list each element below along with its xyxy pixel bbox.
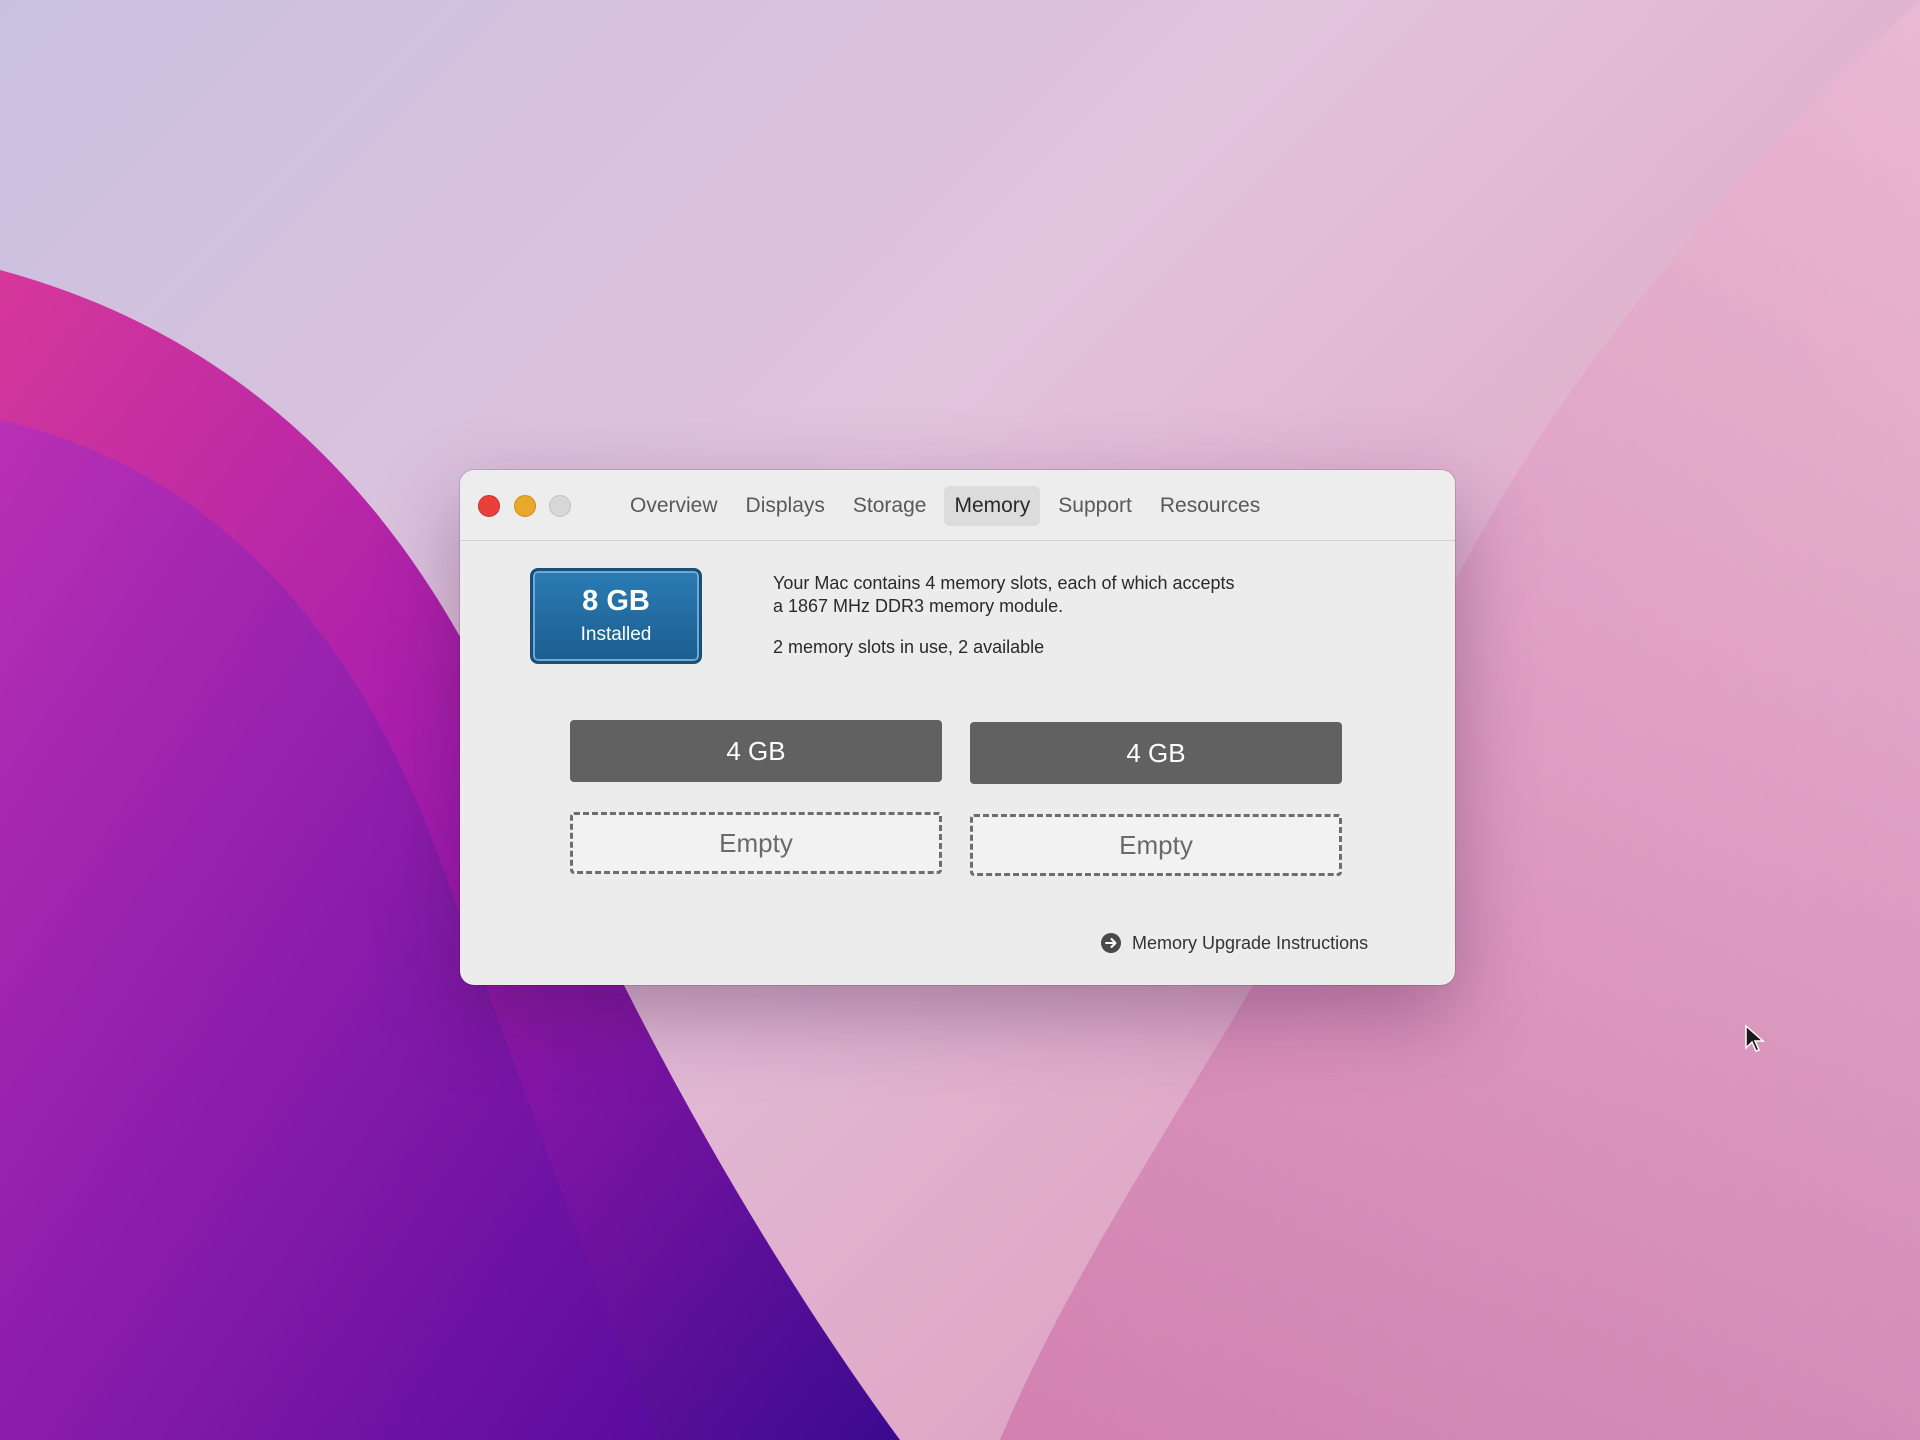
title-bar: Overview Displays Storage Memory Support… — [460, 470, 1455, 541]
tab-resources[interactable]: Resources — [1150, 486, 1270, 526]
zoom-icon[interactable] — [549, 495, 571, 517]
description-line-1: Your Mac contains 4 memory slots, each o… — [773, 573, 1235, 593]
memory-slot-4: Empty — [970, 814, 1342, 876]
upgrade-link-label: Memory Upgrade Instructions — [1132, 932, 1369, 953]
memory-description: Your Mac contains 4 memory slots, each o… — [773, 572, 1333, 659]
arrow-right-circle-icon — [1100, 932, 1122, 954]
minimize-icon[interactable] — [514, 495, 536, 517]
memory-installed-badge: 8 GB Installed — [530, 568, 702, 664]
tab-bar: Overview Displays Storage Memory Support… — [620, 486, 1270, 526]
slot-usage: 2 memory slots in use, 2 available — [773, 637, 1045, 657]
close-icon[interactable] — [478, 495, 500, 517]
about-this-mac-window: Overview Displays Storage Memory Support… — [460, 470, 1455, 985]
installed-label: Installed — [580, 624, 652, 645]
memory-upgrade-instructions-link[interactable]: Memory Upgrade Instructions — [1100, 932, 1368, 954]
tab-overview[interactable]: Overview — [620, 486, 728, 526]
tab-storage[interactable]: Storage — [843, 486, 937, 526]
tab-displays[interactable]: Displays — [736, 486, 835, 526]
mouse-pointer-icon — [1744, 1024, 1766, 1054]
memory-slot-3: Empty — [570, 812, 942, 874]
tab-memory[interactable]: Memory — [944, 486, 1041, 526]
installed-size: 8 GB — [582, 585, 650, 617]
tab-support[interactable]: Support — [1048, 486, 1142, 526]
memory-slot-2: 4 GB — [970, 722, 1342, 784]
description-line-2: a 1867 MHz DDR3 memory module. — [773, 596, 1064, 616]
memory-slot-1: 4 GB — [570, 720, 942, 782]
